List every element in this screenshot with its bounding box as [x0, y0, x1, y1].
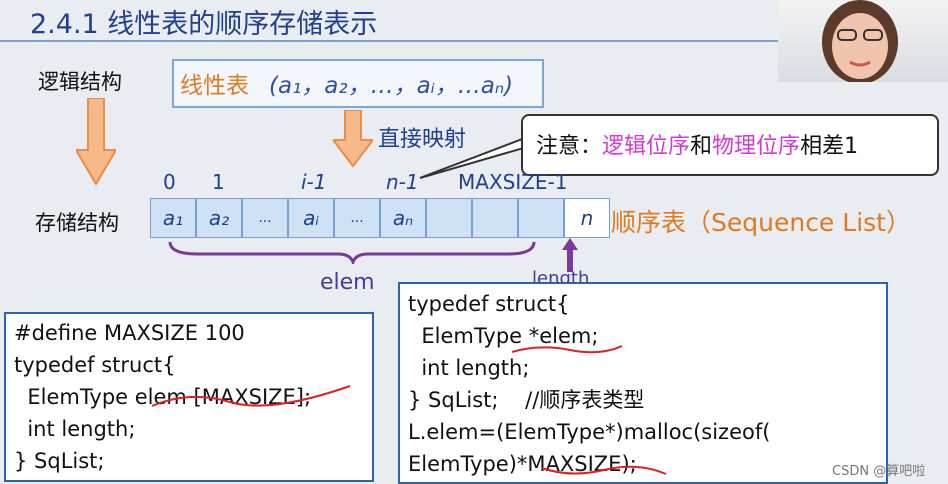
code-line: #define MAXSIZE 100 — [14, 321, 245, 345]
index-label: n-1 — [386, 170, 419, 194]
storage-array: a₁ a₂ ... aᵢ ... aₙ n — [150, 198, 610, 238]
down-arrow-icon — [76, 98, 116, 186]
index-label: 0 — [163, 170, 176, 194]
code-line: } SqList; — [14, 449, 105, 473]
note-logical-order: 逻辑位序 — [602, 134, 691, 159]
array-cell — [472, 198, 518, 238]
index-label: MAXSIZE-1 — [458, 170, 568, 194]
red-underline-icon — [541, 465, 667, 475]
up-arrow-icon — [562, 238, 578, 272]
array-cell — [426, 198, 472, 238]
elem-brace-icon — [168, 241, 536, 264]
elem-label: elem — [320, 270, 375, 295]
length-cell: n — [564, 198, 610, 238]
note-prefix: 注意： — [536, 134, 603, 159]
code-line: typedef struct{ — [408, 292, 570, 316]
linear-table-sequence: (a₁，a₂，…，aᵢ，…aₙ) — [269, 73, 514, 99]
note-suffix: 相差1 — [800, 134, 859, 159]
title-underline — [0, 40, 780, 42]
array-cell: aₙ — [380, 198, 426, 238]
note-physical-order: 物理位序 — [712, 134, 801, 159]
slide-title: 2.4.1 线性表的顺序存储表示 — [30, 9, 378, 40]
index-label: i-1 — [301, 170, 327, 194]
array-cell: ... — [242, 198, 288, 238]
red-scribble-icon — [151, 385, 351, 407]
array-cell: aᵢ — [288, 198, 334, 238]
array-cell — [518, 198, 564, 238]
red-underline-icon — [511, 345, 623, 354]
code-line: ElemType *elem; — [408, 324, 599, 348]
note-text: 注意：逻辑位序和物理位序相差1 — [536, 128, 858, 160]
array-cell: a₂ — [196, 198, 242, 238]
code-line: int length; — [408, 356, 530, 380]
index-label: 1 — [212, 170, 225, 194]
code-line: int length; — [14, 417, 136, 441]
code-line: } SqList; //顺序表类型 — [408, 388, 645, 412]
dynamic-array-code: typedef struct{ ElemType *elem; int leng… — [398, 282, 888, 484]
note-and: 和 — [690, 134, 713, 159]
code-line: L.elem=(ElemType*)malloc(sizeof( — [408, 420, 771, 444]
array-cell: a₁ — [150, 198, 196, 238]
storage-structure-label: 存储结构 — [35, 211, 119, 235]
sequence-list-label: 顺序表（Sequence List） — [611, 208, 911, 237]
array-cell: ... — [334, 198, 380, 238]
logical-structure-label: 逻辑结构 — [38, 70, 122, 94]
linear-table-title: 线性表 — [180, 73, 249, 99]
watermark: CSDN @算吧啦 — [832, 464, 926, 479]
code-line: typedef struct{ — [14, 353, 176, 377]
down-arrow-icon — [333, 110, 373, 168]
presenter-video — [778, 0, 948, 84]
presenter-icon — [822, 0, 898, 84]
